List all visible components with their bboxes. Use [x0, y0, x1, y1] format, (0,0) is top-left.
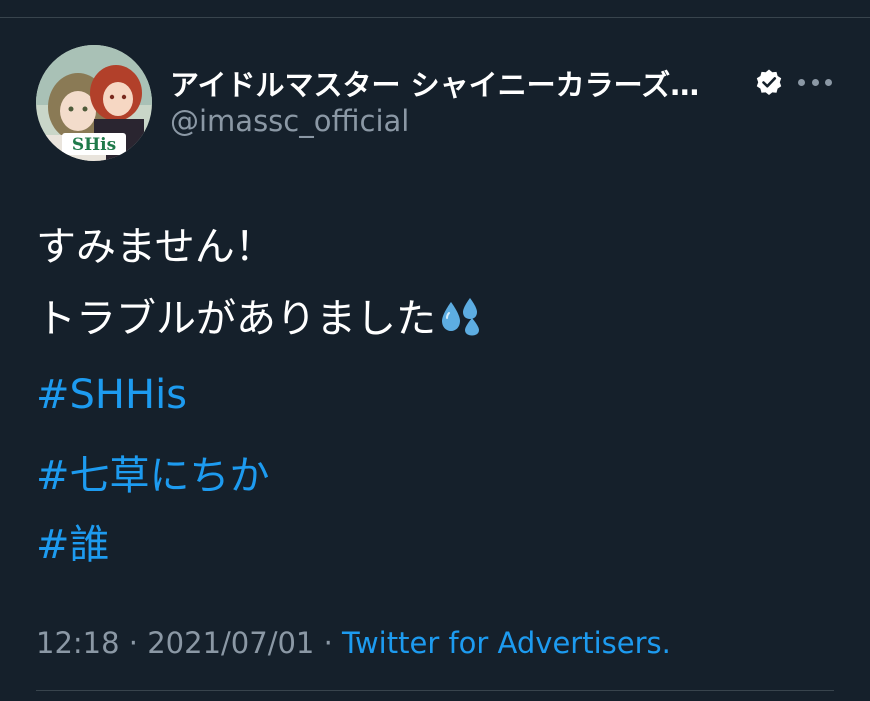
- display-name[interactable]: アイドルマスター シャイニーカラーズ…: [170, 62, 699, 104]
- more-dot: [811, 78, 819, 86]
- more-options-icon[interactable]: [798, 70, 832, 94]
- tweet-metadata: 12:18 · 2021/07/01 · Twitter for Adverti…: [36, 626, 671, 660]
- tweet-text-line-with-emoji: トラブルがありました: [36, 286, 484, 344]
- avatar-logo-text: SHis: [72, 135, 116, 155]
- tweet-time[interactable]: 12:18: [36, 626, 120, 660]
- hashtag-link[interactable]: #誰: [36, 512, 110, 570]
- hashtag-link[interactable]: #七草にちか: [36, 443, 270, 501]
- hashtag-link[interactable]: #SHHis: [36, 372, 187, 418]
- more-dot: [798, 78, 805, 86]
- tweet-text-line: すみません！: [36, 224, 275, 270]
- tweet-source-link[interactable]: Twitter for Advertisers.: [342, 626, 671, 660]
- tweet-text-line: トラブルがありました: [36, 296, 436, 342]
- top-divider: [0, 17, 870, 18]
- avatar-image: SHis: [36, 45, 152, 161]
- more-dot: [825, 78, 832, 86]
- verified-badge-icon: [756, 69, 782, 95]
- tweet-date[interactable]: 2021/07/01: [147, 626, 314, 660]
- meta-separator: ·: [128, 626, 139, 660]
- bottom-divider: [36, 690, 834, 691]
- user-handle[interactable]: @imassc_official: [170, 104, 409, 138]
- avatar[interactable]: SHis: [36, 45, 152, 161]
- meta-separator: ·: [323, 626, 333, 660]
- sweat-droplets-icon: [442, 298, 479, 336]
